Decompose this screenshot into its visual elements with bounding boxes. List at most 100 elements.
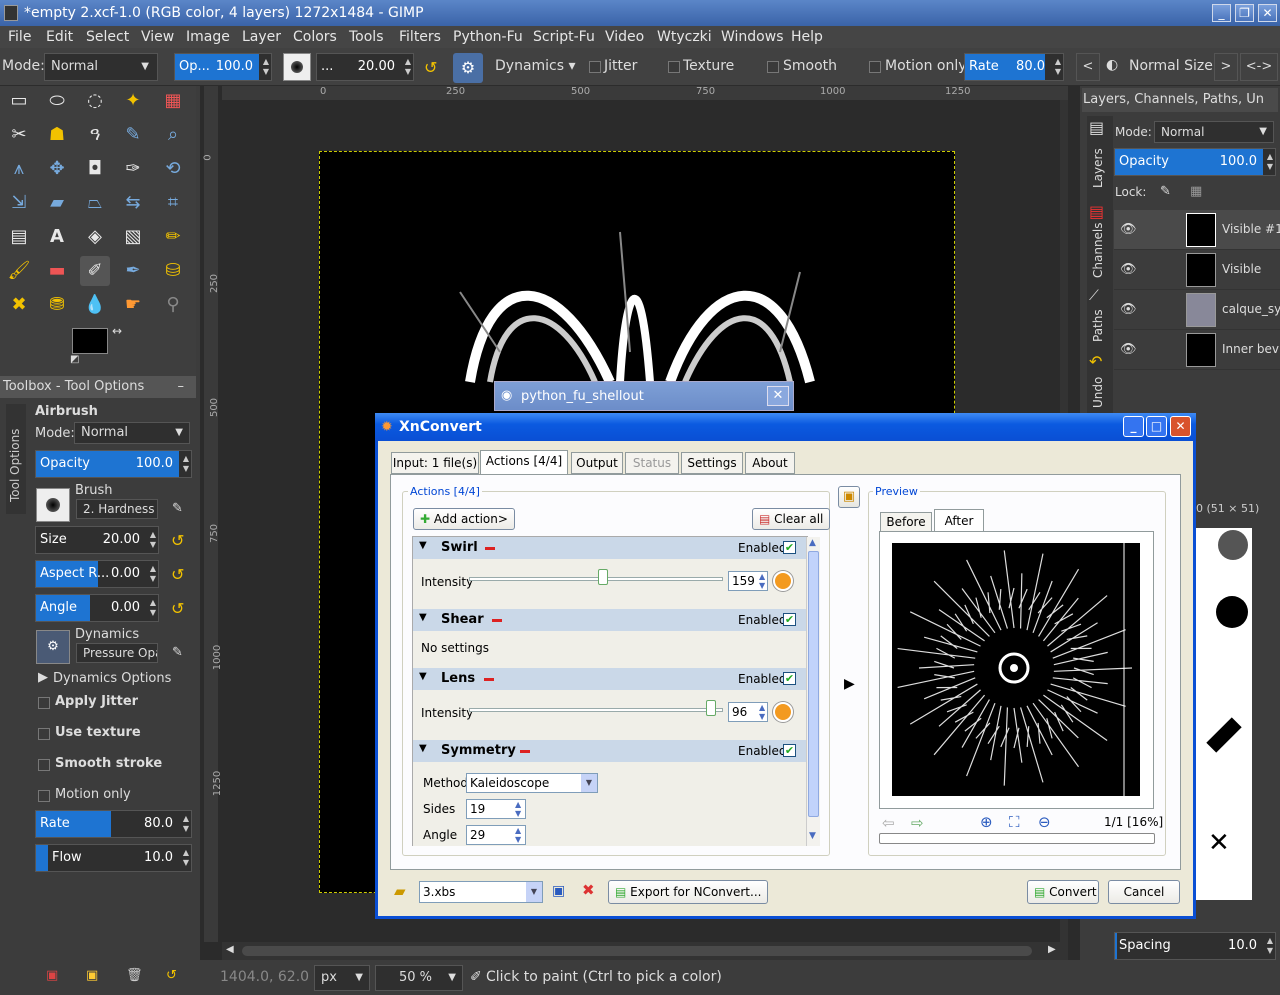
- tab-status[interactable]: Status: [625, 452, 679, 474]
- actions-scroll-thumb[interactable]: [808, 551, 819, 817]
- airbrush-icon[interactable]: ✐: [80, 256, 110, 286]
- actions-scrollbar[interactable]: ▲ ▼: [806, 537, 820, 846]
- spin-arrows-icon[interactable]: ▲ ▼: [515, 800, 521, 818]
- reset-size-icon[interactable]: ↺: [424, 58, 437, 77]
- undo-tab-icon[interactable]: ↶: [1089, 352, 1102, 371]
- paths-icon[interactable]: ዓ: [80, 120, 110, 150]
- blur-icon[interactable]: 💧: [80, 290, 110, 320]
- scroll-down-icon[interactable]: ▼: [809, 831, 816, 841]
- action-symmetry-header[interactable]: ▼ Symmetry Enabled ✔: [413, 740, 806, 762]
- dodge-burn-icon[interactable]: ⚲: [158, 290, 188, 320]
- enabled-checkbox[interactable]: ✔: [783, 744, 796, 757]
- scroll-up-icon[interactable]: ▲: [809, 538, 816, 548]
- menu-python-fu[interactable]: Python-Fu: [453, 29, 523, 45]
- motion-only-checkbox[interactable]: [869, 61, 881, 73]
- layers-tab-icon[interactable]: ▤: [1089, 118, 1104, 137]
- fit-icon[interactable]: ⛶: [1009, 813, 1020, 831]
- tab-undo[interactable]: Undo: [1091, 377, 1105, 408]
- brushes-grid[interactable]: ✕: [1196, 528, 1252, 900]
- xn-close-button[interactable]: ✕: [1170, 416, 1191, 437]
- paths-tab-icon[interactable]: ⟋: [1089, 288, 1099, 304]
- to-aspect-slider[interactable]: Aspect R... 0.00 ▲ ▼: [35, 560, 159, 588]
- spin-arrows-icon[interactable]: ▲ ▼: [405, 57, 411, 77]
- text-icon[interactable]: A: [42, 222, 72, 252]
- foreground-select-icon[interactable]: ☗: [42, 120, 72, 150]
- remove-action-icon[interactable]: [484, 678, 494, 681]
- edit-brush-icon[interactable]: ✎: [172, 501, 183, 516]
- color-select-icon[interactable]: ▦: [158, 86, 188, 116]
- use-texture-checkbox[interactable]: [38, 728, 50, 740]
- dock-mode-select[interactable]: Normal ▼: [1154, 121, 1274, 143]
- expander-icon[interactable]: ▶: [38, 670, 48, 685]
- menu-layer[interactable]: Layer: [242, 29, 281, 45]
- prev-button[interactable]: <: [1076, 53, 1100, 81]
- menu-wtyczki[interactable]: Wtyczki: [657, 29, 712, 45]
- spin-arrows-icon[interactable]: ▲ ▼: [183, 454, 189, 474]
- unit-select[interactable]: px ▼: [314, 965, 370, 991]
- scissors-icon[interactable]: ✂: [4, 120, 34, 150]
- spin-arrows-icon[interactable]: ▲ ▼: [1055, 57, 1061, 77]
- reset-icon[interactable]: [773, 702, 793, 722]
- tab-actions[interactable]: Actions [4/4]: [480, 450, 568, 475]
- color-picker-icon[interactable]: ✎: [118, 120, 148, 150]
- align-icon[interactable]: ◘: [80, 154, 110, 184]
- intensity-slider[interactable]: [469, 708, 723, 712]
- convert-button[interactable]: ▤ Convert: [1027, 880, 1099, 904]
- smooth-stroke-checkbox[interactable]: [38, 759, 50, 771]
- brush-preview[interactable]: [283, 53, 311, 81]
- spacing-slider[interactable]: Spacing 10.0 ▲ ▼: [1114, 932, 1276, 960]
- ink-icon[interactable]: ✒: [118, 256, 148, 286]
- python-dialog-close-button[interactable]: ✕: [767, 386, 789, 406]
- layer-row[interactable]: 👁 Visible: [1114, 250, 1280, 290]
- menu-filters[interactable]: Filters: [399, 29, 441, 45]
- folder-icon[interactable]: ▰: [394, 882, 406, 900]
- close-button[interactable]: ✕: [1258, 4, 1277, 22]
- menu-edit[interactable]: Edit: [46, 29, 73, 45]
- edit-dynamics-icon[interactable]: ✎: [172, 645, 183, 660]
- to-rate-slider[interactable]: Rate 80.0 ▲ ▼: [35, 810, 192, 838]
- action-shear-header[interactable]: ▼ Shear Enabled ✔: [413, 609, 806, 631]
- menu-colors[interactable]: Colors: [293, 29, 337, 45]
- to-flow-slider[interactable]: Flow 10.0 ▲ ▼: [35, 844, 192, 872]
- spin-arrows-icon[interactable]: ▲ ▼: [150, 598, 156, 618]
- pencil-icon[interactable]: ✏: [158, 222, 188, 252]
- apply-jitter-checkbox[interactable]: [38, 697, 50, 709]
- intensity-slider[interactable]: [469, 577, 723, 581]
- ellipse-select-icon[interactable]: ⬭: [42, 86, 72, 116]
- swap-colors-icon[interactable]: ↔: [112, 324, 122, 338]
- delete-options-icon[interactable]: 🗑: [126, 968, 143, 983]
- zoom-icon[interactable]: ⌕: [158, 120, 188, 150]
- dynamics-icon[interactable]: ⚙: [453, 53, 483, 83]
- cage-icon[interactable]: ⌗: [158, 188, 188, 218]
- toggle-button[interactable]: <->: [1240, 53, 1278, 81]
- smudge-icon[interactable]: ☛: [118, 290, 148, 320]
- to-dynamics-icon[interactable]: ⚙: [36, 630, 70, 664]
- reset-icon[interactable]: [773, 571, 793, 591]
- lock-alpha-icon[interactable]: ▦: [1190, 184, 1202, 199]
- menu-image[interactable]: Image: [186, 29, 230, 45]
- spin-arrows-icon[interactable]: ▲ ▼: [183, 848, 189, 868]
- collapse-icon[interactable]: –: [178, 376, 185, 398]
- mode-select[interactable]: Normal ▼: [44, 53, 158, 81]
- foreground-color[interactable]: [72, 328, 108, 354]
- spin-arrows-icon[interactable]: ▲ ▼: [150, 530, 156, 550]
- to-brush-preview[interactable]: [36, 488, 70, 522]
- restore-options-icon[interactable]: ▣: [86, 968, 98, 983]
- save-options-icon[interactable]: ▣: [46, 968, 58, 983]
- layer-row[interactable]: 👁 Visible #1: [1114, 210, 1280, 250]
- slider-knob[interactable]: [705, 700, 716, 716]
- export-nconvert-button[interactable]: ▤ Export for NConvert...: [608, 880, 769, 904]
- motion-only-checkbox-panel[interactable]: [38, 790, 50, 802]
- cancel-button[interactable]: Cancel: [1108, 880, 1180, 904]
- tab-channels[interactable]: Channels: [1091, 222, 1105, 278]
- to-brush-name[interactable]: 2. Hardness 0: [76, 499, 158, 519]
- reset-size-icon[interactable]: ↺: [171, 531, 184, 550]
- collapse-triangle-icon[interactable]: ▼: [419, 743, 427, 754]
- to-angle-slider[interactable]: Angle 0.00 ▲ ▼: [35, 594, 159, 622]
- method-select[interactable]: Kaleidoscope ▼: [466, 773, 598, 793]
- spin-arrows-icon[interactable]: ▲ ▼: [1267, 936, 1273, 956]
- eraser-icon[interactable]: ▬: [42, 256, 72, 286]
- tab-paths[interactable]: Paths: [1091, 309, 1105, 342]
- move-icon[interactable]: ✥: [42, 154, 72, 184]
- menu-help[interactable]: Help: [791, 29, 823, 45]
